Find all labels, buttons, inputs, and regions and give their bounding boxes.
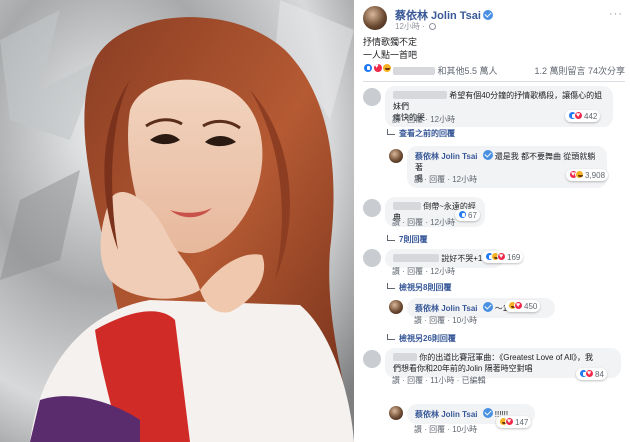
commenter-name[interactable]: 蔡依林 Jolin Tsai xyxy=(415,304,478,313)
post-header: 蔡依林 Jolin Tsai 12小時 · ··· xyxy=(363,6,623,32)
haha-reaction-icon xyxy=(575,170,584,179)
love-reaction-icon[interactable] xyxy=(372,63,383,73)
reaction-count: 442 xyxy=(584,112,598,121)
view-previous-replies-link[interactable]: 查看之前的回覆 xyxy=(387,128,455,139)
author-avatar[interactable] xyxy=(363,6,387,30)
verified-badge-icon xyxy=(482,408,493,418)
view-more-replies-link[interactable]: 檢視另26則回覆 xyxy=(387,333,456,344)
comment-text: 你的出道比賽冠軍曲：《Greatest Love of All》，我 xyxy=(419,353,594,362)
comment-reactions[interactable]: 442 xyxy=(565,110,601,122)
comment-actions[interactable]: 讚 · 回覆 · 11小時 · 已編輯 xyxy=(392,375,486,386)
post-panel: 蔡依林 Jolin Tsai 12小時 · ··· 抒情歌獨不定 一人點一首吧 … xyxy=(354,0,630,442)
reaction-count: 169 xyxy=(507,253,521,262)
post-text-line: 一人點一首吧 xyxy=(363,50,418,60)
reply-link-text[interactable]: 7則回覆 xyxy=(399,235,427,244)
reaction-count: 3,908 xyxy=(585,171,606,180)
reactions-bar: 和其他5.5 萬人 1.2 萬則留言 74次分享 xyxy=(363,63,625,77)
commenter-name[interactable]: 蔡依林 Jolin Tsai xyxy=(415,152,478,161)
commenter-avatar[interactable] xyxy=(363,249,381,267)
view-more-replies-link[interactable]: 檢視另8則回覆 xyxy=(387,282,451,293)
post-text-line: 抒情歌獨不定 xyxy=(363,37,418,47)
reply-link-text[interactable]: 檢視另26則回覆 xyxy=(399,334,456,343)
comment-actions[interactable]: 讚 · 回覆 · 10小時 xyxy=(414,424,477,435)
verified-badge-icon xyxy=(482,10,493,20)
post-body: 抒情歌獨不定 一人點一首吧 xyxy=(363,36,417,62)
comment-reactions[interactable]: 67 xyxy=(455,209,480,221)
comment-reactions[interactable]: 147 xyxy=(496,416,532,428)
love-reaction-icon xyxy=(585,369,594,379)
love-reaction-icon xyxy=(574,111,583,121)
post-stats[interactable]: 1.2 萬則留言 74次分享 xyxy=(534,64,625,77)
globe-icon xyxy=(429,23,437,30)
verified-badge-icon xyxy=(482,302,493,312)
post-timestamp[interactable]: 12小時 · xyxy=(395,21,437,32)
reply-link-text[interactable]: 查看之前的回覆 xyxy=(399,129,455,138)
love-reaction-icon xyxy=(514,301,523,311)
post-photo[interactable] xyxy=(0,0,354,442)
reactions-summary[interactable]: 和其他5.5 萬人 xyxy=(393,64,498,77)
commenter-avatar[interactable] xyxy=(363,88,381,106)
comment-reactions[interactable]: 3,908 xyxy=(566,169,609,181)
comment-reactions[interactable]: 450 xyxy=(505,300,541,312)
commenter-name[interactable]: 蔡依林 Jolin Tsai xyxy=(415,410,478,419)
reply-link-text[interactable]: 檢視另8則回覆 xyxy=(399,283,451,292)
more-options-icon[interactable]: ··· xyxy=(609,8,623,20)
love-reaction-icon xyxy=(505,417,514,427)
commenter-avatar[interactable] xyxy=(389,149,403,163)
commenter-avatar[interactable] xyxy=(389,406,403,420)
like-reaction-icon xyxy=(458,210,467,219)
comment-actions[interactable]: 讚 · 回覆 · 12小時 xyxy=(392,217,455,228)
commenter-avatar[interactable] xyxy=(363,350,381,368)
redacted-name[interactable] xyxy=(393,202,421,210)
post-time[interactable]: 12小時 xyxy=(395,22,420,31)
reply-arrow-icon xyxy=(387,129,395,135)
haha-reaction-icon[interactable] xyxy=(382,63,393,73)
reaction-count: 84 xyxy=(595,370,604,379)
comment-actions[interactable]: 讚 · 回覆 · 12小時 xyxy=(414,174,477,185)
view-replies-link[interactable]: 7則回覆 xyxy=(387,234,427,245)
reply-arrow-icon xyxy=(387,235,395,241)
comment-actions[interactable]: 讚 · 回覆 · 12小時 xyxy=(392,266,455,277)
divider xyxy=(363,81,625,82)
reaction-count: 450 xyxy=(524,302,538,311)
commenter-avatar[interactable] xyxy=(389,300,403,314)
reactions-summary-text[interactable]: 和其他5.5 萬人 xyxy=(438,66,498,76)
portrait-image xyxy=(0,0,354,442)
redacted-name[interactable] xyxy=(393,254,439,262)
verified-badge-icon xyxy=(482,150,493,160)
reaction-count: 147 xyxy=(515,418,529,427)
comment-text: 說好不哭+1 xyxy=(441,254,483,263)
comment-actions[interactable]: 讚 · 回覆 · 10小時 xyxy=(414,315,477,326)
commenter-avatar[interactable] xyxy=(363,199,381,217)
comment-reactions[interactable]: 169 xyxy=(482,251,524,263)
redacted-name[interactable] xyxy=(393,353,417,361)
redacted-name[interactable] xyxy=(393,91,447,99)
comment-actions[interactable]: 讚 · 回覆 · 12小時 xyxy=(392,114,455,125)
reply-arrow-icon xyxy=(387,283,395,289)
like-reaction-icon[interactable] xyxy=(363,63,373,73)
comment-reactions[interactable]: 84 xyxy=(576,368,607,380)
redacted-name xyxy=(393,67,435,75)
reply-arrow-icon xyxy=(387,334,395,340)
reaction-count: 67 xyxy=(468,211,477,220)
love-reaction-icon xyxy=(497,252,506,262)
comment-text: 們想看你和20年前的Jolin 隔著時空對唱 xyxy=(393,364,533,373)
